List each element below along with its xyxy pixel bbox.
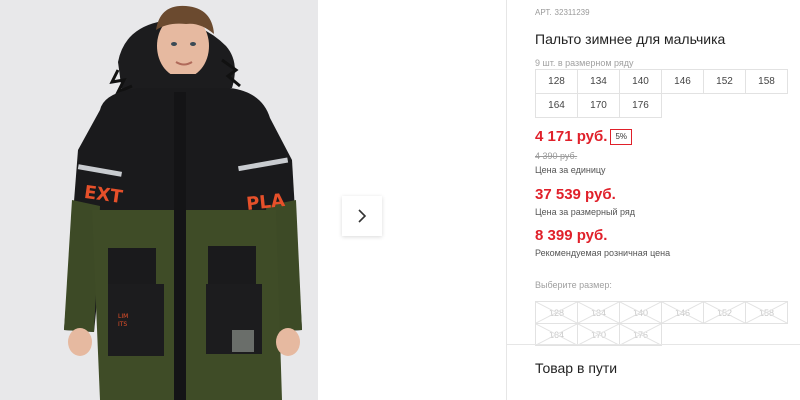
panel-divider bbox=[506, 0, 507, 400]
size-row-cell: 134 bbox=[578, 70, 620, 94]
size-option-disabled[interactable]: 146 bbox=[662, 302, 704, 324]
size-option-disabled[interactable]: 140 bbox=[620, 302, 662, 324]
retail-price-note: Рекомендуемая розничная цена bbox=[535, 248, 671, 258]
size-row-cell: 164 bbox=[536, 94, 578, 118]
size-option-disabled[interactable]: 176 bbox=[620, 324, 662, 346]
unit-price-row: 4 171 руб. 5% bbox=[535, 128, 633, 145]
article-label: АРТ. bbox=[535, 8, 552, 17]
article-number: АРТ. 32311239 bbox=[535, 8, 590, 17]
size-option-disabled[interactable]: 152 bbox=[704, 302, 746, 324]
unit-price: 4 171 руб. bbox=[535, 128, 608, 145]
product-photo[interactable]: EXT PLA LIM ITS bbox=[0, 0, 318, 400]
next-image-button[interactable] bbox=[342, 196, 382, 236]
svg-text:ITS: ITS bbox=[118, 321, 127, 328]
old-price: 4 390 руб. bbox=[535, 151, 578, 161]
size-row-cell: 152 bbox=[704, 70, 746, 94]
chevron-right-icon bbox=[358, 209, 367, 223]
article-value: 32311239 bbox=[554, 8, 590, 17]
size-option-disabled[interactable]: 134 bbox=[578, 302, 620, 324]
unit-price-note: Цена за единицу bbox=[535, 165, 606, 175]
size-row-cell: 140 bbox=[620, 70, 662, 94]
row-price: 37 539 руб. bbox=[535, 186, 616, 203]
size-row-cell: 128 bbox=[536, 70, 578, 94]
size-row-grid: 128 134 140 146 152 158 164 170 176 bbox=[535, 69, 788, 118]
row-price-note: Цена за размерный ряд bbox=[535, 207, 636, 217]
svg-text:LIM: LIM bbox=[118, 313, 128, 320]
svg-text:PLA: PLA bbox=[245, 190, 286, 215]
coat-illustration: EXT PLA LIM ITS bbox=[0, 0, 318, 400]
retail-price: 8 399 руб. bbox=[535, 227, 608, 244]
size-option-disabled[interactable]: 164 bbox=[536, 324, 578, 346]
size-picker-grid: 128 134 140 146 152 158 164 170 176 bbox=[535, 301, 788, 346]
row-count-text: 9 шт. в размерном ряду bbox=[535, 58, 634, 68]
section-divider bbox=[507, 344, 800, 345]
size-row-cell: 170 bbox=[578, 94, 620, 118]
size-option-disabled[interactable]: 158 bbox=[746, 302, 788, 324]
discount-badge: 5% bbox=[610, 128, 633, 145]
size-row-cell: 176 bbox=[620, 94, 662, 118]
availability-status: Товар в пути bbox=[535, 360, 618, 376]
size-row-cell: 158 bbox=[746, 70, 788, 94]
product-title: Пальто зимнее для мальчика bbox=[535, 31, 726, 47]
size-row-cell: 146 bbox=[662, 70, 704, 94]
size-picker-label: Выберите размер: bbox=[535, 280, 612, 290]
size-option-disabled[interactable]: 128 bbox=[536, 302, 578, 324]
size-option-disabled[interactable]: 170 bbox=[578, 324, 620, 346]
